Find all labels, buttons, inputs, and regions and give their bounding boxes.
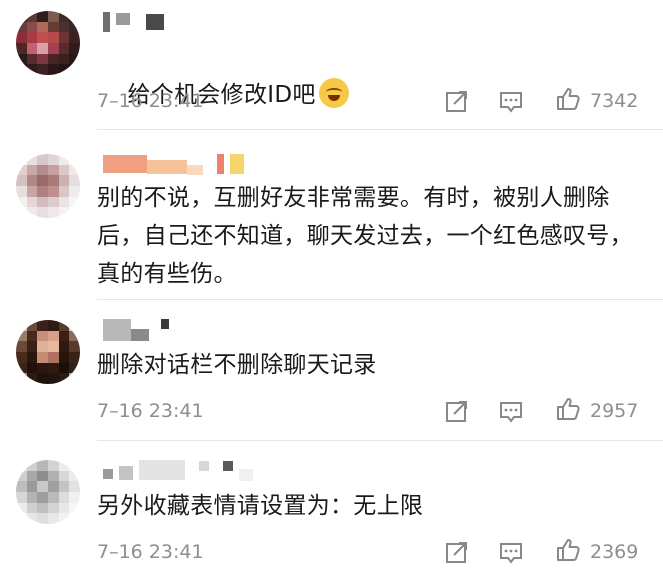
username-pixelated[interactable] [103,11,170,33]
comment-time: 7–16 23:41 [97,541,204,563]
comment-icon[interactable] [498,88,524,114]
thumbs-up-icon[interactable] [555,86,581,112]
like-count: 2369 [590,541,639,563]
comment-time: 7–16 23:41 [97,400,204,422]
username-pixelated[interactable] [103,459,259,481]
like-count: 2957 [590,400,639,422]
comment-text: 别的不说，互删好友非常需要。有时，被别人删除后，自己还不知道，聊天发过去，一个红… [97,185,633,287]
like-count: 7342 [590,90,639,112]
comment-text: 删除对话栏不删除聊天记录 [97,352,377,378]
comment-icon[interactable] [498,539,524,565]
username-pixelated[interactable] [103,319,175,341]
divider [97,440,663,441]
username-pixelated[interactable] [103,153,250,175]
avatar[interactable] [16,460,80,524]
avatar[interactable] [16,154,80,218]
repost-icon[interactable] [444,88,470,114]
repost-icon[interactable] [444,398,470,424]
divider [97,299,663,300]
divider [97,129,663,130]
avatar[interactable] [16,320,80,384]
avatar[interactable] [16,11,80,75]
laughing-crying-emoji-icon [318,78,349,108]
repost-icon[interactable] [444,539,470,565]
comment-icon[interactable] [498,398,524,424]
comment-time: 7–16 23:41 [97,90,204,112]
thumbs-up-icon[interactable] [555,537,581,563]
thumbs-up-icon[interactable] [555,396,581,422]
comment-text: 另外收藏表情请设置为：无上限 [97,493,424,519]
